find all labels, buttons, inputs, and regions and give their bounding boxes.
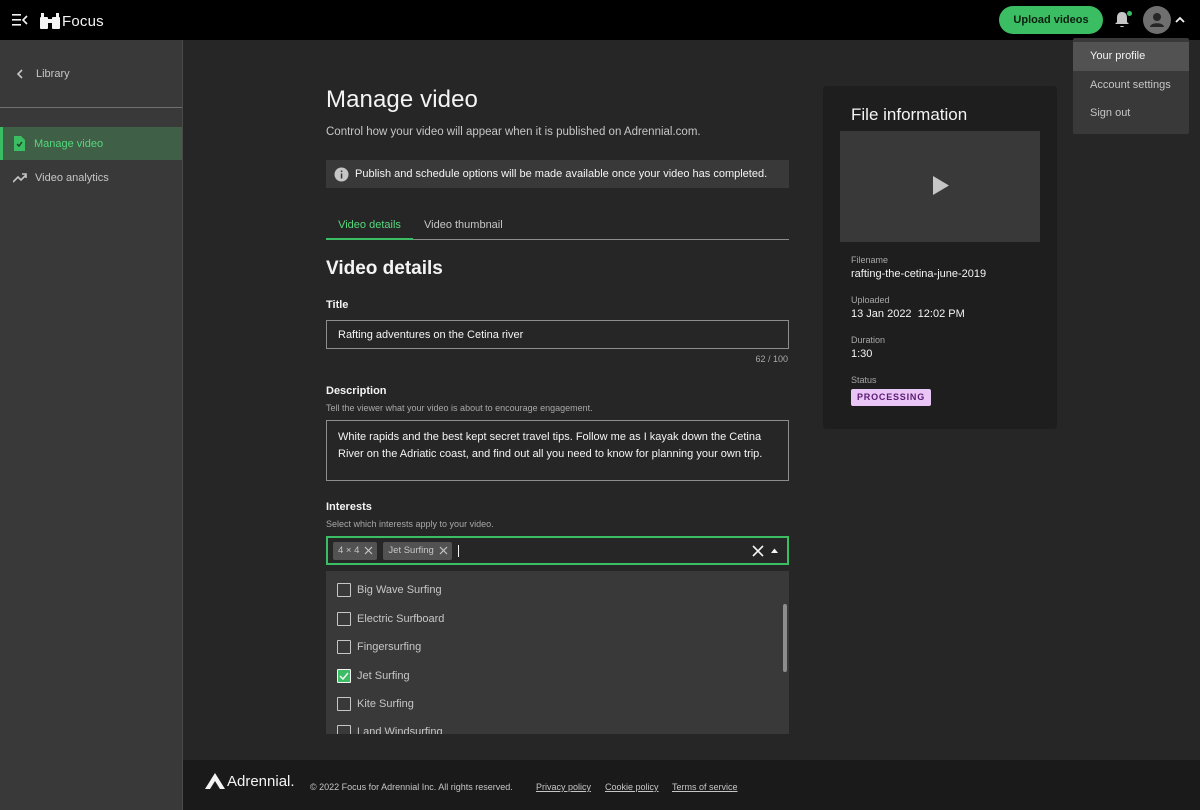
listbox-scrollbar[interactable] — [783, 604, 787, 672]
interests-multiselect[interactable]: 4 × 4 Jet Surfing — [326, 536, 789, 565]
file-icon — [14, 136, 25, 151]
title-character-counter: 62 / 100 — [755, 354, 788, 364]
sidebar: Library Manage video Video analytics — [0, 40, 183, 810]
description-label: Description — [326, 385, 387, 397]
page-footer: Adrennial. © 2022 Focus for Adrennial In… — [183, 760, 1200, 810]
notice-text: Publish and schedule options will be mad… — [355, 168, 768, 180]
profile-menu: Your profile Account settings Sign out — [1073, 38, 1189, 134]
profile-menu-sign-out[interactable]: Sign out — [1073, 99, 1189, 128]
terms-of-service-link[interactable]: Terms of service — [672, 782, 738, 792]
page-subtitle: Control how your video will appear when … — [326, 126, 701, 138]
option-label: Big Wave Surfing — [357, 584, 442, 596]
user-icon — [1150, 13, 1164, 27]
privacy-policy-link[interactable]: Privacy policy — [536, 782, 591, 792]
section-title: Video details — [326, 258, 443, 279]
interest-option-big-wave-surfing[interactable]: Big Wave Surfing — [326, 576, 781, 604]
interest-option-land-windsurfing[interactable]: Land Windsurfing — [326, 718, 781, 734]
title-input[interactable] — [326, 320, 789, 349]
status-badge: PROCESSING — [851, 389, 932, 406]
uploaded-value: 13 Jan 2022 12:02 PM — [851, 308, 965, 320]
app-logo[interactable]: Focus — [40, 11, 104, 31]
interest-option-kite-surfing[interactable]: Kite Surfing — [326, 690, 781, 718]
title-label: Title — [326, 299, 349, 311]
sidebar-item-label: Video analytics — [35, 171, 109, 184]
page-title: Manage video — [326, 86, 478, 113]
interests-help-text: Select which interests apply to your vid… — [326, 519, 494, 529]
sidebar-item-video-analytics[interactable]: Video analytics — [0, 161, 182, 194]
interests-label: Interests — [326, 501, 372, 513]
sidebar-item-label: Manage video — [34, 137, 104, 150]
remove-tag-icon[interactable] — [364, 546, 373, 555]
copyright-text: © 2022 Focus for Adrennial Inc. All righ… — [310, 782, 513, 792]
interest-option-electric-surfboard[interactable]: Electric Surfboard — [326, 605, 781, 633]
checkmark-icon — [339, 672, 349, 680]
user-avatar[interactable] — [1143, 6, 1171, 34]
footer-brand: Adrennial. — [227, 772, 295, 790]
file-card-title: File information — [851, 105, 968, 124]
option-label: Electric Surfboard — [357, 613, 445, 625]
option-label: Jet Surfing — [357, 670, 410, 682]
selected-tag: Jet Surfing — [383, 541, 452, 560]
profile-menu-account-settings[interactable]: Account settings — [1073, 71, 1189, 100]
adrennial-logo-icon — [205, 773, 225, 789]
binoculars-icon — [40, 13, 60, 29]
description-textarea[interactable]: White rapids and the best kept secret tr… — [326, 420, 789, 481]
footer-logo[interactable]: Adrennial. — [205, 772, 295, 790]
checkbox[interactable] — [337, 583, 351, 597]
notification-indicator — [1127, 11, 1132, 16]
tab-list: Video details Video thumbnail — [326, 211, 789, 240]
filename-value: rafting-the-cetina-june-2019 — [851, 268, 987, 280]
upload-videos-button[interactable]: Upload videos — [999, 6, 1103, 34]
text-cursor[interactable] — [457, 544, 459, 557]
checkbox[interactable] — [337, 612, 351, 626]
checkbox-checked[interactable] — [337, 669, 351, 683]
interest-option-fingersurfing[interactable]: Fingersurfing — [326, 633, 781, 661]
selected-tag: 4 × 4 — [333, 541, 378, 560]
tag-label: Jet Surfing — [388, 545, 434, 556]
description-help-text: Tell the viewer what your video is about… — [326, 403, 593, 413]
play-icon[interactable] — [933, 176, 949, 195]
checkbox[interactable] — [337, 697, 351, 711]
tag-label: 4 × 4 — [338, 545, 360, 556]
trend-icon — [13, 172, 27, 183]
sidebar-divider — [0, 107, 182, 108]
app-header: Focus Upload videos — [0, 0, 1200, 40]
option-label: Kite Surfing — [357, 698, 414, 710]
option-label: Land Windsurfing — [357, 726, 443, 734]
uploaded-label: Uploaded — [851, 295, 890, 305]
clear-selection-icon[interactable] — [752, 545, 764, 557]
back-to-library-link[interactable]: Library — [16, 68, 70, 80]
tab-video-thumbnail[interactable]: Video thumbnail — [424, 211, 503, 240]
tab-video-details[interactable]: Video details — [326, 211, 413, 240]
option-label: Fingersurfing — [357, 641, 422, 653]
profile-menu-your-profile[interactable]: Your profile — [1073, 42, 1189, 71]
menu-collapse-icon[interactable] — [12, 11, 28, 29]
checkbox[interactable] — [337, 640, 351, 654]
status-label: Status — [851, 375, 877, 385]
filename-label: Filename — [851, 255, 889, 265]
chevron-up-icon[interactable] — [1174, 14, 1186, 26]
video-preview[interactable] — [840, 131, 1040, 242]
file-information-card: File information Filename rafting-the-ce… — [823, 86, 1057, 429]
back-link-label: Library — [36, 68, 70, 80]
interests-listbox: Big Wave Surfing Electric Surfboard Fing… — [326, 571, 789, 734]
duration-value: 1:30 — [851, 348, 873, 360]
sidebar-item-manage-video[interactable]: Manage video — [0, 127, 182, 160]
chevron-left-icon — [16, 69, 23, 79]
interest-option-jet-surfing[interactable]: Jet Surfing — [326, 662, 781, 690]
checkbox[interactable] — [337, 725, 351, 734]
caret-up-icon[interactable] — [770, 547, 779, 554]
info-icon — [334, 167, 349, 181]
duration-label: Duration — [851, 335, 886, 345]
cookie-policy-link[interactable]: Cookie policy — [605, 782, 659, 792]
app-name: Focus — [62, 12, 104, 30]
remove-tag-icon[interactable] — [439, 546, 448, 555]
info-notification: Publish and schedule options will be mad… — [326, 160, 789, 188]
